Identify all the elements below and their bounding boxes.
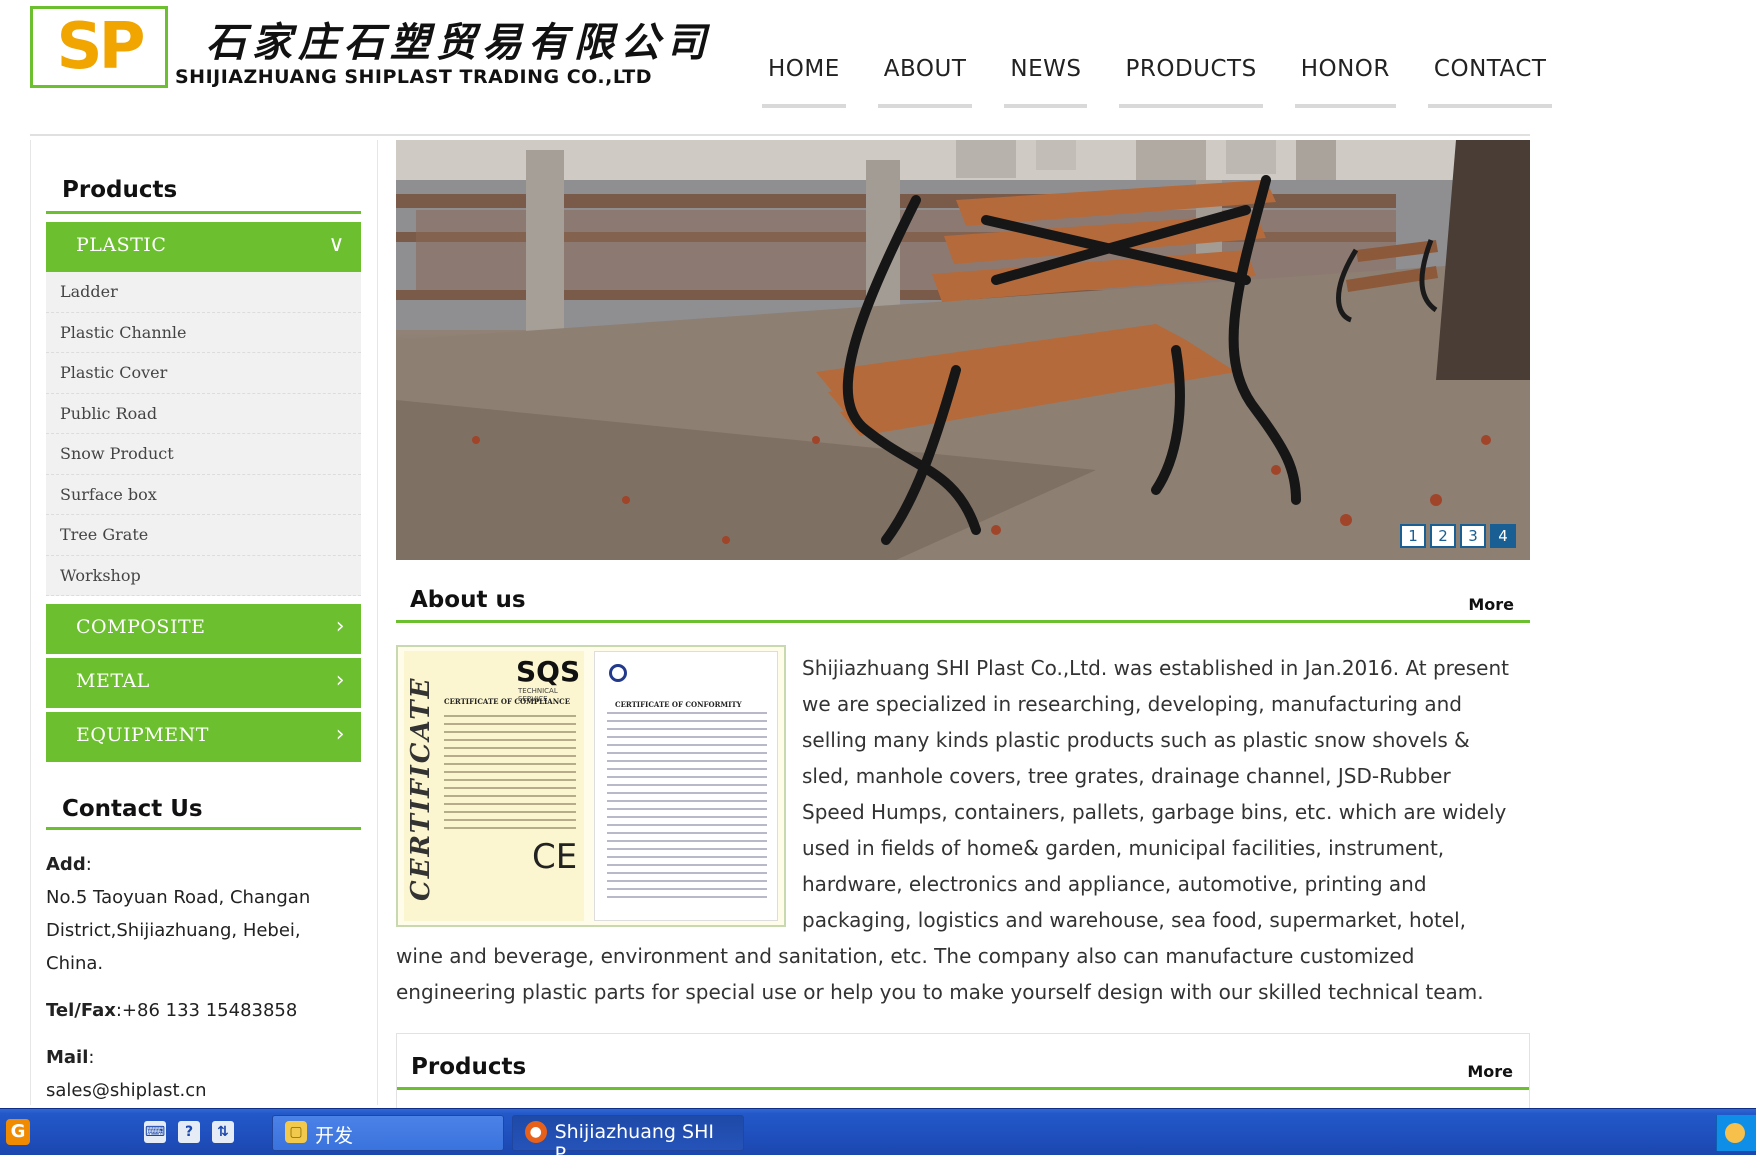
category-composite-label: COMPOSITE (76, 616, 206, 638)
banner-page-4[interactable]: 4 (1490, 524, 1516, 548)
chevron-right-icon: › (335, 668, 345, 693)
tel-label: Tel/Fax (46, 1000, 116, 1021)
mail-label: Mail (46, 1047, 89, 1068)
certificate-conformity-title: CERTIFICATE OF CONFORMITY (615, 700, 742, 709)
address-line: China. (46, 953, 104, 974)
main-nav: HOME ABOUT NEWS PRODUCTS HONOR CONTACT (762, 52, 1584, 108)
category-composite[interactable]: COMPOSITE › (46, 604, 361, 654)
logo-mark: SP (56, 10, 146, 84)
content-top-border (30, 134, 1530, 136)
nav-products[interactable]: PRODUCTS (1119, 52, 1263, 108)
plastic-subcategory-list: Ladder Plastic Channle Plastic Cover Pub… (46, 272, 361, 596)
chevron-right-icon: › (335, 722, 345, 747)
nav-underline (1427, 104, 1553, 108)
nav-honor[interactable]: HONOR (1294, 52, 1396, 108)
nav-underline (877, 104, 973, 108)
sidebar-products-heading: Products (46, 140, 361, 214)
certificate-image[interactable]: CERTIFICATE SQS TECHNICAL SERVICE CERTIF… (396, 645, 786, 927)
sidebar: Products PLASTIC ∨ Ladder Plastic Channl… (46, 140, 361, 1107)
certificate-word: CERTIFICATE (406, 676, 436, 901)
banner-page-3[interactable]: 3 (1460, 524, 1486, 548)
subcategory-ladder[interactable]: Ladder (46, 272, 361, 313)
nav-about[interactable]: ABOUT (877, 52, 973, 108)
category-metal[interactable]: METAL › (46, 658, 361, 708)
nav-home[interactable]: HOME (762, 52, 846, 108)
subcategory-public-road[interactable]: Public Road (46, 394, 361, 434)
sqs-logo: SQS (516, 655, 581, 688)
category-metal-label: METAL (76, 670, 150, 692)
about-description-wrapped: Shijiazhuang SHI Plast Co.,Ltd. was esta… (802, 656, 1509, 932)
site-header: SP 石家庄石塑贸易有限公司 SHIJIAZHUANG SHIPLAST TRA… (0, 0, 1756, 120)
nav-contact-label: CONTACT (1433, 56, 1547, 82)
tray-status-icon[interactable] (1725, 1123, 1745, 1143)
address-line: No.5 Taoyuan Road, Changan (46, 887, 311, 908)
address-line: District,Shijiazhuang, Hebei, (46, 920, 301, 941)
products-section-header: Products More (397, 1046, 1529, 1090)
os-taskbar: G ⌨ ? ⇅ ▢ 开发 ● Shijiazhuang SHI P... (0, 1108, 1756, 1155)
start-button[interactable]: G (6, 1119, 30, 1145)
nav-news-label: NEWS (1010, 56, 1082, 82)
system-tray (1716, 1115, 1756, 1151)
taskbar-folder-button[interactable]: ▢ 开发 (272, 1115, 504, 1151)
keyboard-icon[interactable]: ⌨ (144, 1121, 166, 1143)
taskbar-browser-label: Shijiazhuang SHI P... (554, 1121, 714, 1155)
subcategory-tree-grate[interactable]: Tree Grate (46, 515, 361, 556)
nav-underline (1004, 104, 1088, 108)
help-icon[interactable]: ? (178, 1121, 200, 1143)
chevron-right-icon: › (335, 614, 345, 639)
certificate-compliance-title: CERTIFICATE OF COMPLIANCE (444, 697, 571, 706)
taskbar-folder-label: 开发 (315, 1125, 354, 1147)
chevron-down-icon: ∨ (328, 232, 345, 257)
nav-about-label: ABOUT (883, 56, 967, 82)
certificate-conformity: CERTIFICATE OF CONFORMITY (594, 651, 778, 921)
bench-photo (396, 140, 1530, 560)
mail-link[interactable]: sales@shiplast.cn (46, 1074, 361, 1107)
network-icon[interactable]: ⇅ (212, 1121, 234, 1143)
ce-mark: CE (532, 837, 578, 877)
nav-honor-label: HONOR (1300, 56, 1390, 82)
folder-icon: ▢ (285, 1121, 307, 1143)
about-title: About us (410, 587, 526, 613)
subcategory-plastic-cover[interactable]: Plastic Cover (46, 353, 361, 394)
nav-underline (1119, 104, 1263, 108)
address-label: Add (46, 854, 86, 875)
category-equipment[interactable]: EQUIPMENT › (46, 712, 361, 762)
products-title: Products (411, 1054, 527, 1080)
category-equipment-label: EQUIPMENT (76, 724, 209, 746)
about-section-header: About us More (396, 579, 1530, 623)
subcategory-snow-product[interactable]: Snow Product (46, 434, 361, 475)
company-name-english: SHIJIAZHUANG SHIPLAST TRADING CO.,LTD (175, 66, 653, 88)
subcategory-surface-box[interactable]: Surface box (46, 475, 361, 515)
nav-underline (1294, 104, 1396, 108)
banner-page-2[interactable]: 2 (1430, 524, 1456, 548)
category-plastic[interactable]: PLASTIC ∨ (46, 222, 361, 272)
banner-page-1[interactable]: 1 (1400, 524, 1426, 548)
sidebar-contact-heading: Contact Us (46, 772, 361, 830)
company-name-chinese: 石家庄石塑贸易有限公司 (206, 19, 712, 66)
certificate-compliance: CERTIFICATE SQS TECHNICAL SERVICE CERTIF… (404, 651, 584, 921)
nav-contact[interactable]: CONTACT (1427, 52, 1553, 108)
about-more-link[interactable]: More (1468, 595, 1514, 614)
taskbar-browser-button[interactable]: ● Shijiazhuang SHI P... (512, 1115, 744, 1155)
nav-home-label: HOME (768, 56, 840, 82)
products-more-link[interactable]: More (1467, 1062, 1513, 1081)
firefox-icon: ● (525, 1121, 547, 1143)
tel-value: +86 133 15483858 (121, 1000, 298, 1021)
certification-seal-icon (609, 664, 627, 682)
subcategory-plastic-channle[interactable]: Plastic Channle (46, 313, 361, 353)
hero-banner[interactable]: 1 2 3 4 (396, 140, 1530, 560)
nav-products-label: PRODUCTS (1125, 56, 1257, 82)
quick-launch: ⌨ ? ⇅ (144, 1121, 246, 1143)
category-plastic-label: PLASTIC (76, 234, 167, 256)
company-logo[interactable]: SP (30, 6, 168, 88)
contact-info: Add: No.5 Taoyuan Road, Changan District… (46, 830, 361, 1107)
nav-underline (762, 104, 846, 108)
nav-news[interactable]: NEWS (1004, 52, 1088, 108)
about-description-full: wine and beverage, environment and sanit… (396, 944, 1484, 1004)
banner-pager: 1 2 3 4 (1396, 524, 1516, 548)
subcategory-workshop[interactable]: Workshop (46, 556, 361, 596)
